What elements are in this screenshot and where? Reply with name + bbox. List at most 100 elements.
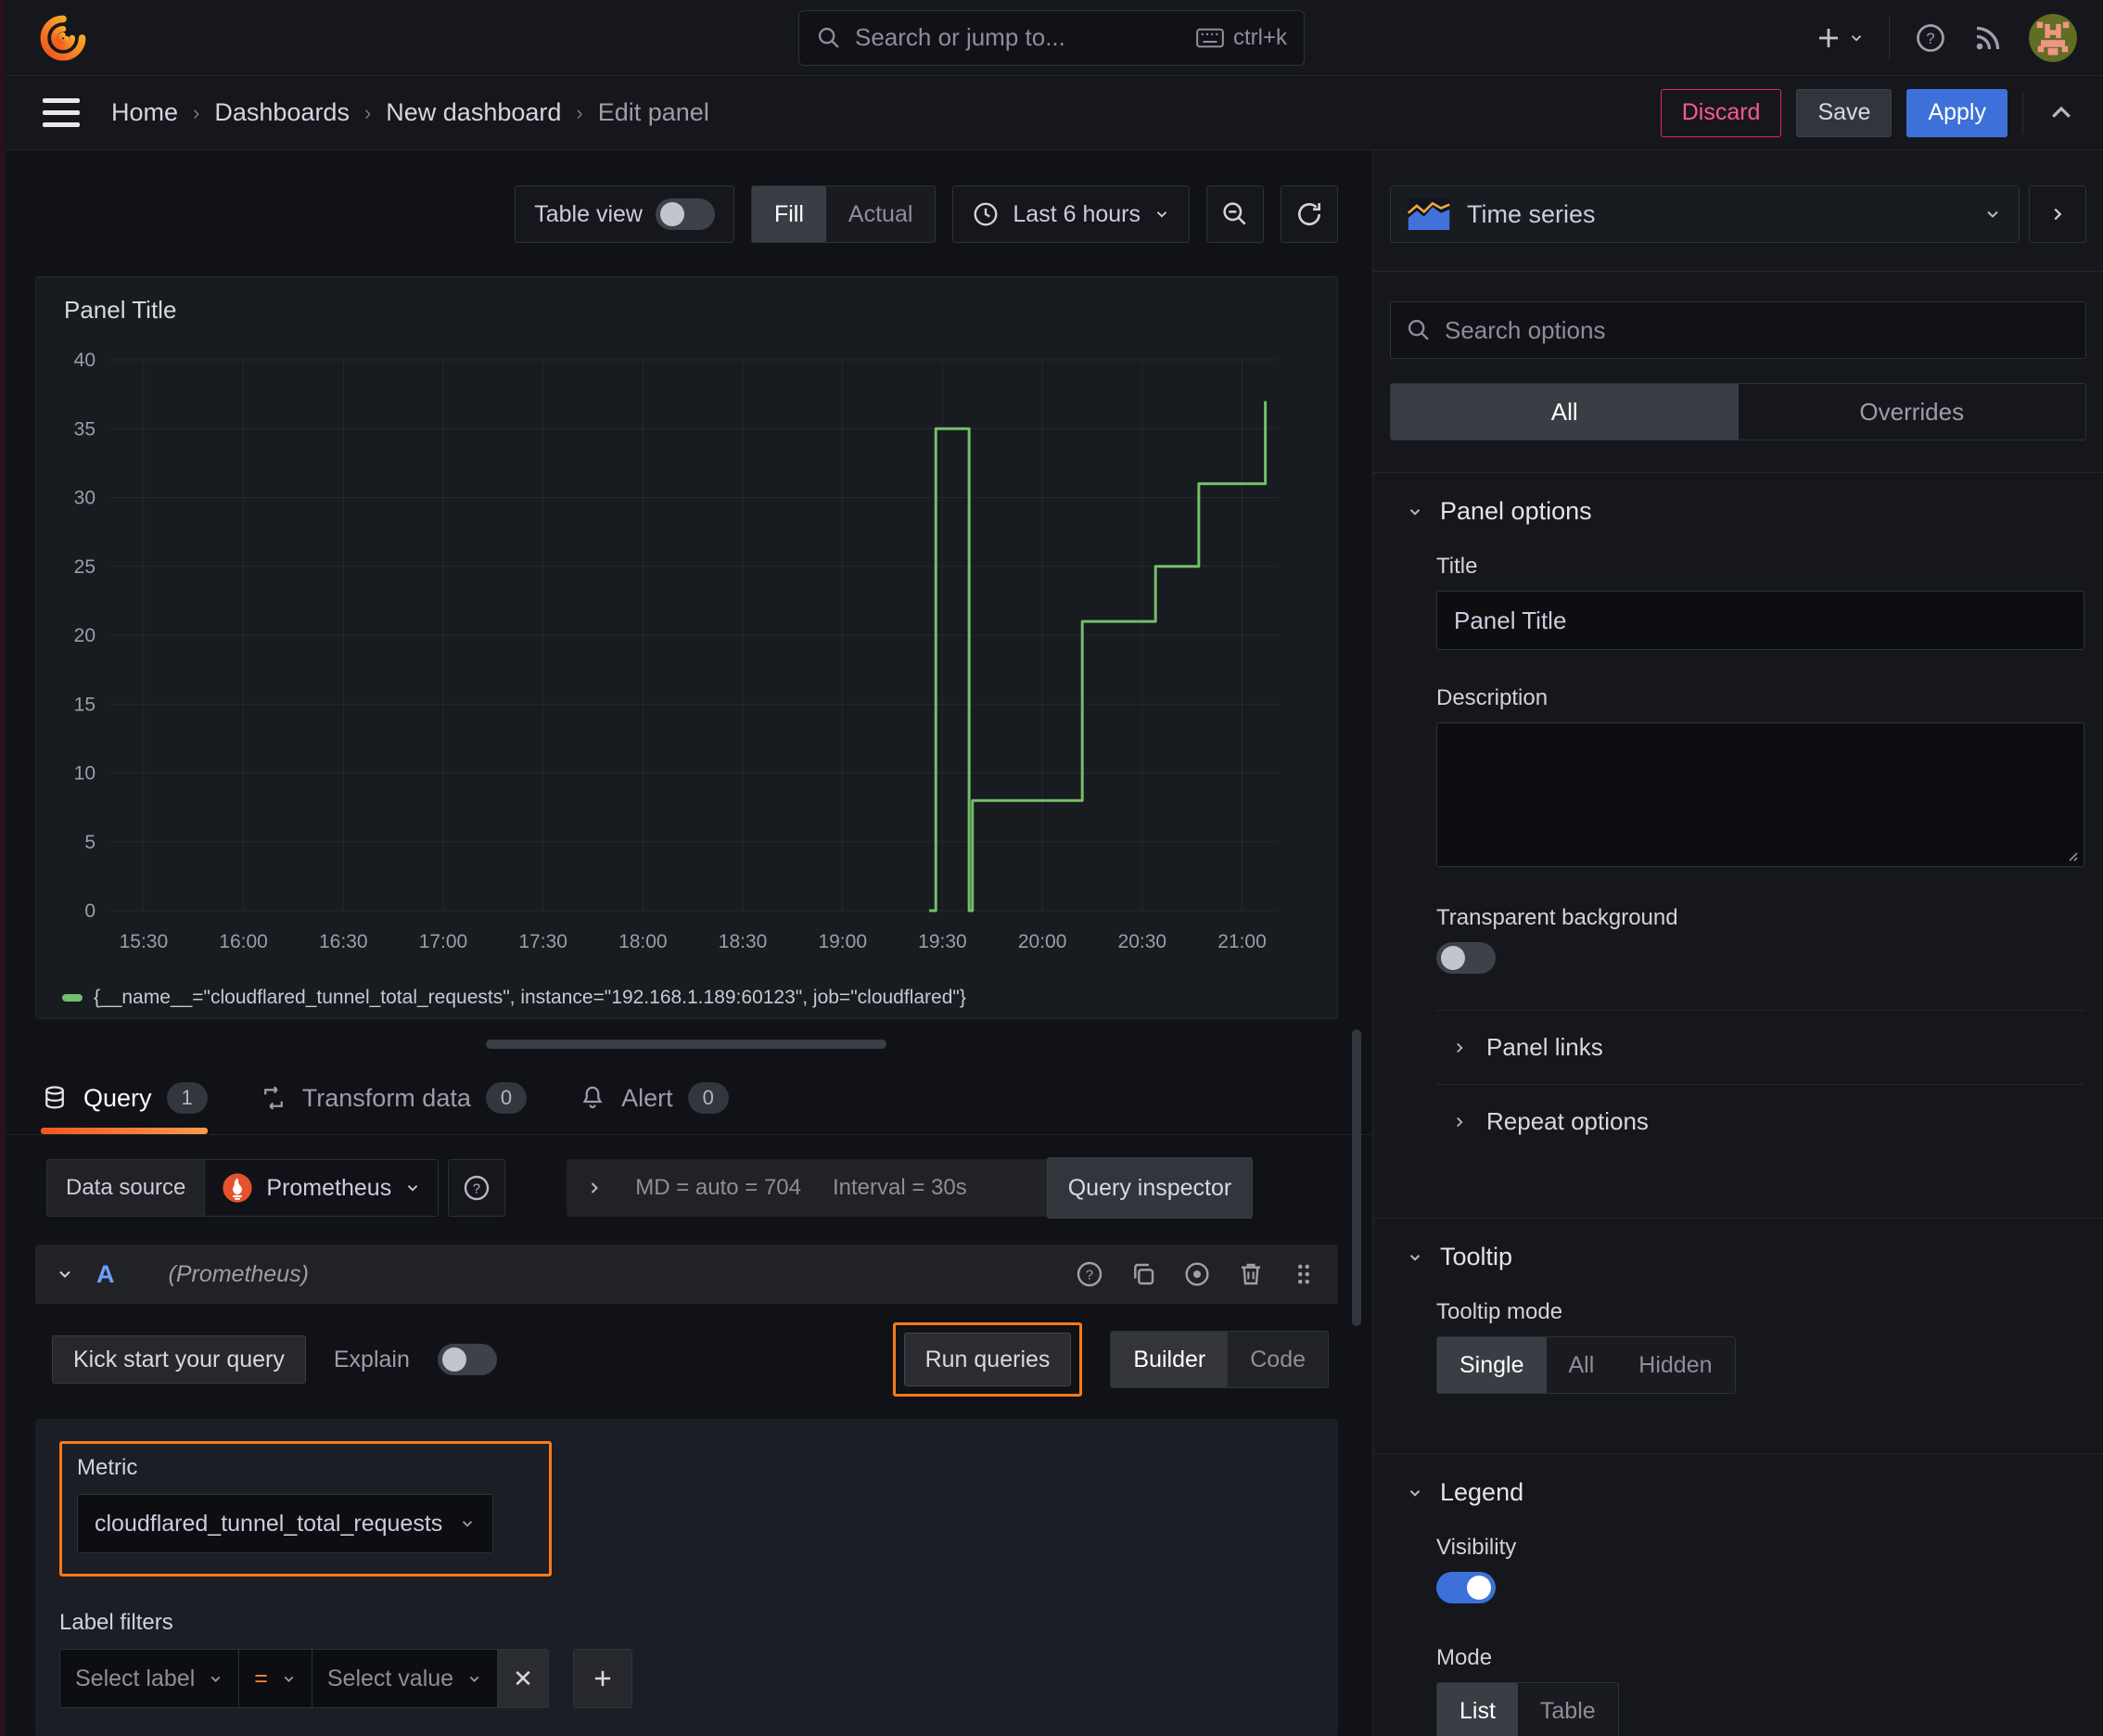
add-filter-button[interactable] (572, 1649, 632, 1708)
datasource-help-button[interactable]: ? (448, 1159, 506, 1217)
tooltip-all-option[interactable]: All (1547, 1337, 1617, 1393)
time-range-picker[interactable]: Last 6 hours (952, 185, 1190, 243)
legend-visibility-toggle[interactable] (1436, 1572, 1496, 1603)
chevron-down-icon[interactable] (56, 1265, 74, 1283)
resize-handle-icon[interactable] (2064, 848, 2079, 862)
global-search-input[interactable] (855, 23, 1183, 52)
scrollbar-thumb[interactable] (1352, 1029, 1361, 1326)
delete-query-icon[interactable] (1236, 1259, 1266, 1289)
avatar[interactable] (2029, 13, 2077, 62)
legend-mode-list[interactable]: List (1437, 1683, 1518, 1736)
zoom-out-button[interactable] (1206, 185, 1264, 243)
select-value-dropdown[interactable]: Select value (312, 1649, 499, 1708)
news-button[interactable] (1971, 21, 2005, 55)
tooltip-single-option[interactable]: Single (1437, 1337, 1547, 1393)
tooltip-header[interactable]: Tooltip (1392, 1219, 2084, 1281)
chevron-down-icon (1156, 211, 1167, 218)
chevron-right-icon[interactable] (585, 1179, 604, 1197)
chart-svg: 0 5 10 15 20 25 30 35 40 15:30 16:00 16:30 17:00 17:3… (74, 350, 1279, 952)
collapse-header-button[interactable] (2047, 99, 2075, 127)
query-inspector-button[interactable]: Query inspector (1046, 1157, 1254, 1219)
add-button[interactable] (1815, 24, 1865, 52)
table-view-label: Table view (534, 200, 643, 227)
select-value-placeholder: Select value (326, 1665, 454, 1691)
global-search[interactable]: ctrl+k (798, 9, 1305, 66)
builder-option[interactable]: Builder (1111, 1332, 1229, 1387)
options-search-input[interactable] (1445, 315, 2071, 345)
menu-toggle-icon[interactable] (43, 95, 85, 132)
avatar-image (2029, 13, 2077, 62)
panel-links-row[interactable]: Panel links (1436, 1010, 2084, 1084)
legend-series-label[interactable]: {__name__="cloudflared_tunnel_total_requ… (94, 987, 966, 1009)
tab-alert[interactable]: Alert 0 (579, 1082, 729, 1134)
panel-resize-handle[interactable] (486, 1040, 886, 1049)
tab-transform-data[interactable]: Transform data 0 (260, 1082, 528, 1134)
code-option[interactable]: Code (1228, 1332, 1328, 1387)
database-icon (45, 1086, 64, 1109)
panel-preview: Panel Title 0 5 10 15 20 25 30 35 40 15:30 16:00 16… (35, 276, 1338, 1019)
datasource-picker[interactable]: Prometheus (204, 1159, 440, 1217)
collapse-options-button[interactable] (2029, 185, 2086, 243)
query-ref-id: A (96, 1259, 115, 1288)
description-textarea[interactable] (1436, 722, 2084, 867)
save-button[interactable]: Save (1796, 88, 1893, 137)
tooltip-mode-group: Single All Hidden (1436, 1336, 1736, 1394)
transparent-background-label: Transparent background (1436, 905, 1678, 930)
explain-toggle[interactable] (437, 1344, 497, 1375)
tooltip-hidden-option[interactable]: Hidden (1616, 1337, 1734, 1393)
grafana-logo-icon[interactable] (39, 14, 87, 62)
options-search[interactable] (1390, 301, 2086, 359)
chevron-up-icon (2052, 106, 2071, 118)
discard-button[interactable]: Discard (1660, 88, 1782, 137)
help-button[interactable]: ? (1914, 21, 1947, 55)
drag-handle-icon[interactable] (1290, 1260, 1318, 1288)
svg-text:20:00: 20:00 (1018, 931, 1067, 952)
query-row-header[interactable]: A (Prometheus) ? (35, 1245, 1338, 1304)
query-help-icon[interactable]: ? (1075, 1259, 1104, 1289)
rss-icon (1976, 26, 2000, 49)
search-icon (818, 27, 839, 48)
breadcrumb-dashboards[interactable]: Dashboards (214, 98, 350, 127)
chevron-down-icon (1851, 34, 1862, 42)
remove-filter-button[interactable]: ✕ (498, 1649, 549, 1708)
repeat-options-row[interactable]: Repeat options (1436, 1084, 2084, 1158)
title-label: Title (1436, 554, 1478, 579)
promql-builder: Metric cloudflared_tunnel_total_requests… (35, 1419, 1338, 1736)
refresh-button[interactable] (1281, 185, 1338, 243)
breadcrumb-home[interactable]: Home (111, 98, 178, 127)
tab-query[interactable]: Query 1 (41, 1082, 208, 1134)
run-queries-annotation: Run queries (892, 1322, 1083, 1397)
chevron-down-icon (284, 1676, 294, 1682)
select-label-dropdown[interactable]: Select label (59, 1649, 240, 1708)
svg-text:?: ? (473, 1181, 480, 1196)
metric-select[interactable]: cloudflared_tunnel_total_requests (77, 1494, 494, 1553)
run-queries-button[interactable]: Run queries (903, 1333, 1072, 1386)
bottom-tabs: Query 1 Transform data 0 Alert 0 (0, 1075, 1372, 1135)
breadcrumb-new-dashboard[interactable]: New dashboard (386, 98, 561, 127)
kick-start-button[interactable]: Kick start your query (52, 1335, 306, 1384)
actual-option[interactable]: Actual (826, 186, 935, 242)
panel-title-input[interactable] (1436, 591, 2084, 650)
chevron-right-icon (2054, 208, 2062, 221)
table-view-toggle[interactable] (655, 198, 715, 230)
transparent-background-toggle[interactable] (1436, 942, 1496, 974)
tab-overrides[interactable]: Overrides (1739, 384, 2086, 440)
description-label: Description (1436, 685, 1549, 710)
tab-transform-count: 0 (485, 1082, 528, 1114)
chevron-down-icon (463, 1521, 473, 1527)
disable-query-icon[interactable] (1182, 1259, 1212, 1289)
apply-button[interactable]: Apply (1906, 88, 2007, 137)
fill-option[interactable]: Fill (751, 186, 826, 242)
operator-dropdown[interactable]: = (239, 1649, 312, 1708)
time-series-chart[interactable]: 0 5 10 15 20 25 30 35 40 15:30 16:00 16:30 17:00 17:3… (51, 336, 1322, 977)
repeat-options-label: Repeat options (1486, 1107, 1649, 1135)
legend-mode-table[interactable]: Table (1518, 1683, 1618, 1736)
tab-all[interactable]: All (1391, 384, 1739, 440)
duplicate-query-icon[interactable] (1128, 1259, 1158, 1289)
max-data-points: MD = auto = 704 (635, 1175, 801, 1200)
panel-options-header[interactable]: Panel options (1392, 473, 2084, 535)
interval: Interval = 30s (832, 1175, 967, 1200)
tab-alert-label: Alert (621, 1083, 673, 1112)
visualization-picker[interactable]: Time series (1390, 185, 2020, 243)
legend-header[interactable]: Legend (1392, 1454, 2084, 1516)
